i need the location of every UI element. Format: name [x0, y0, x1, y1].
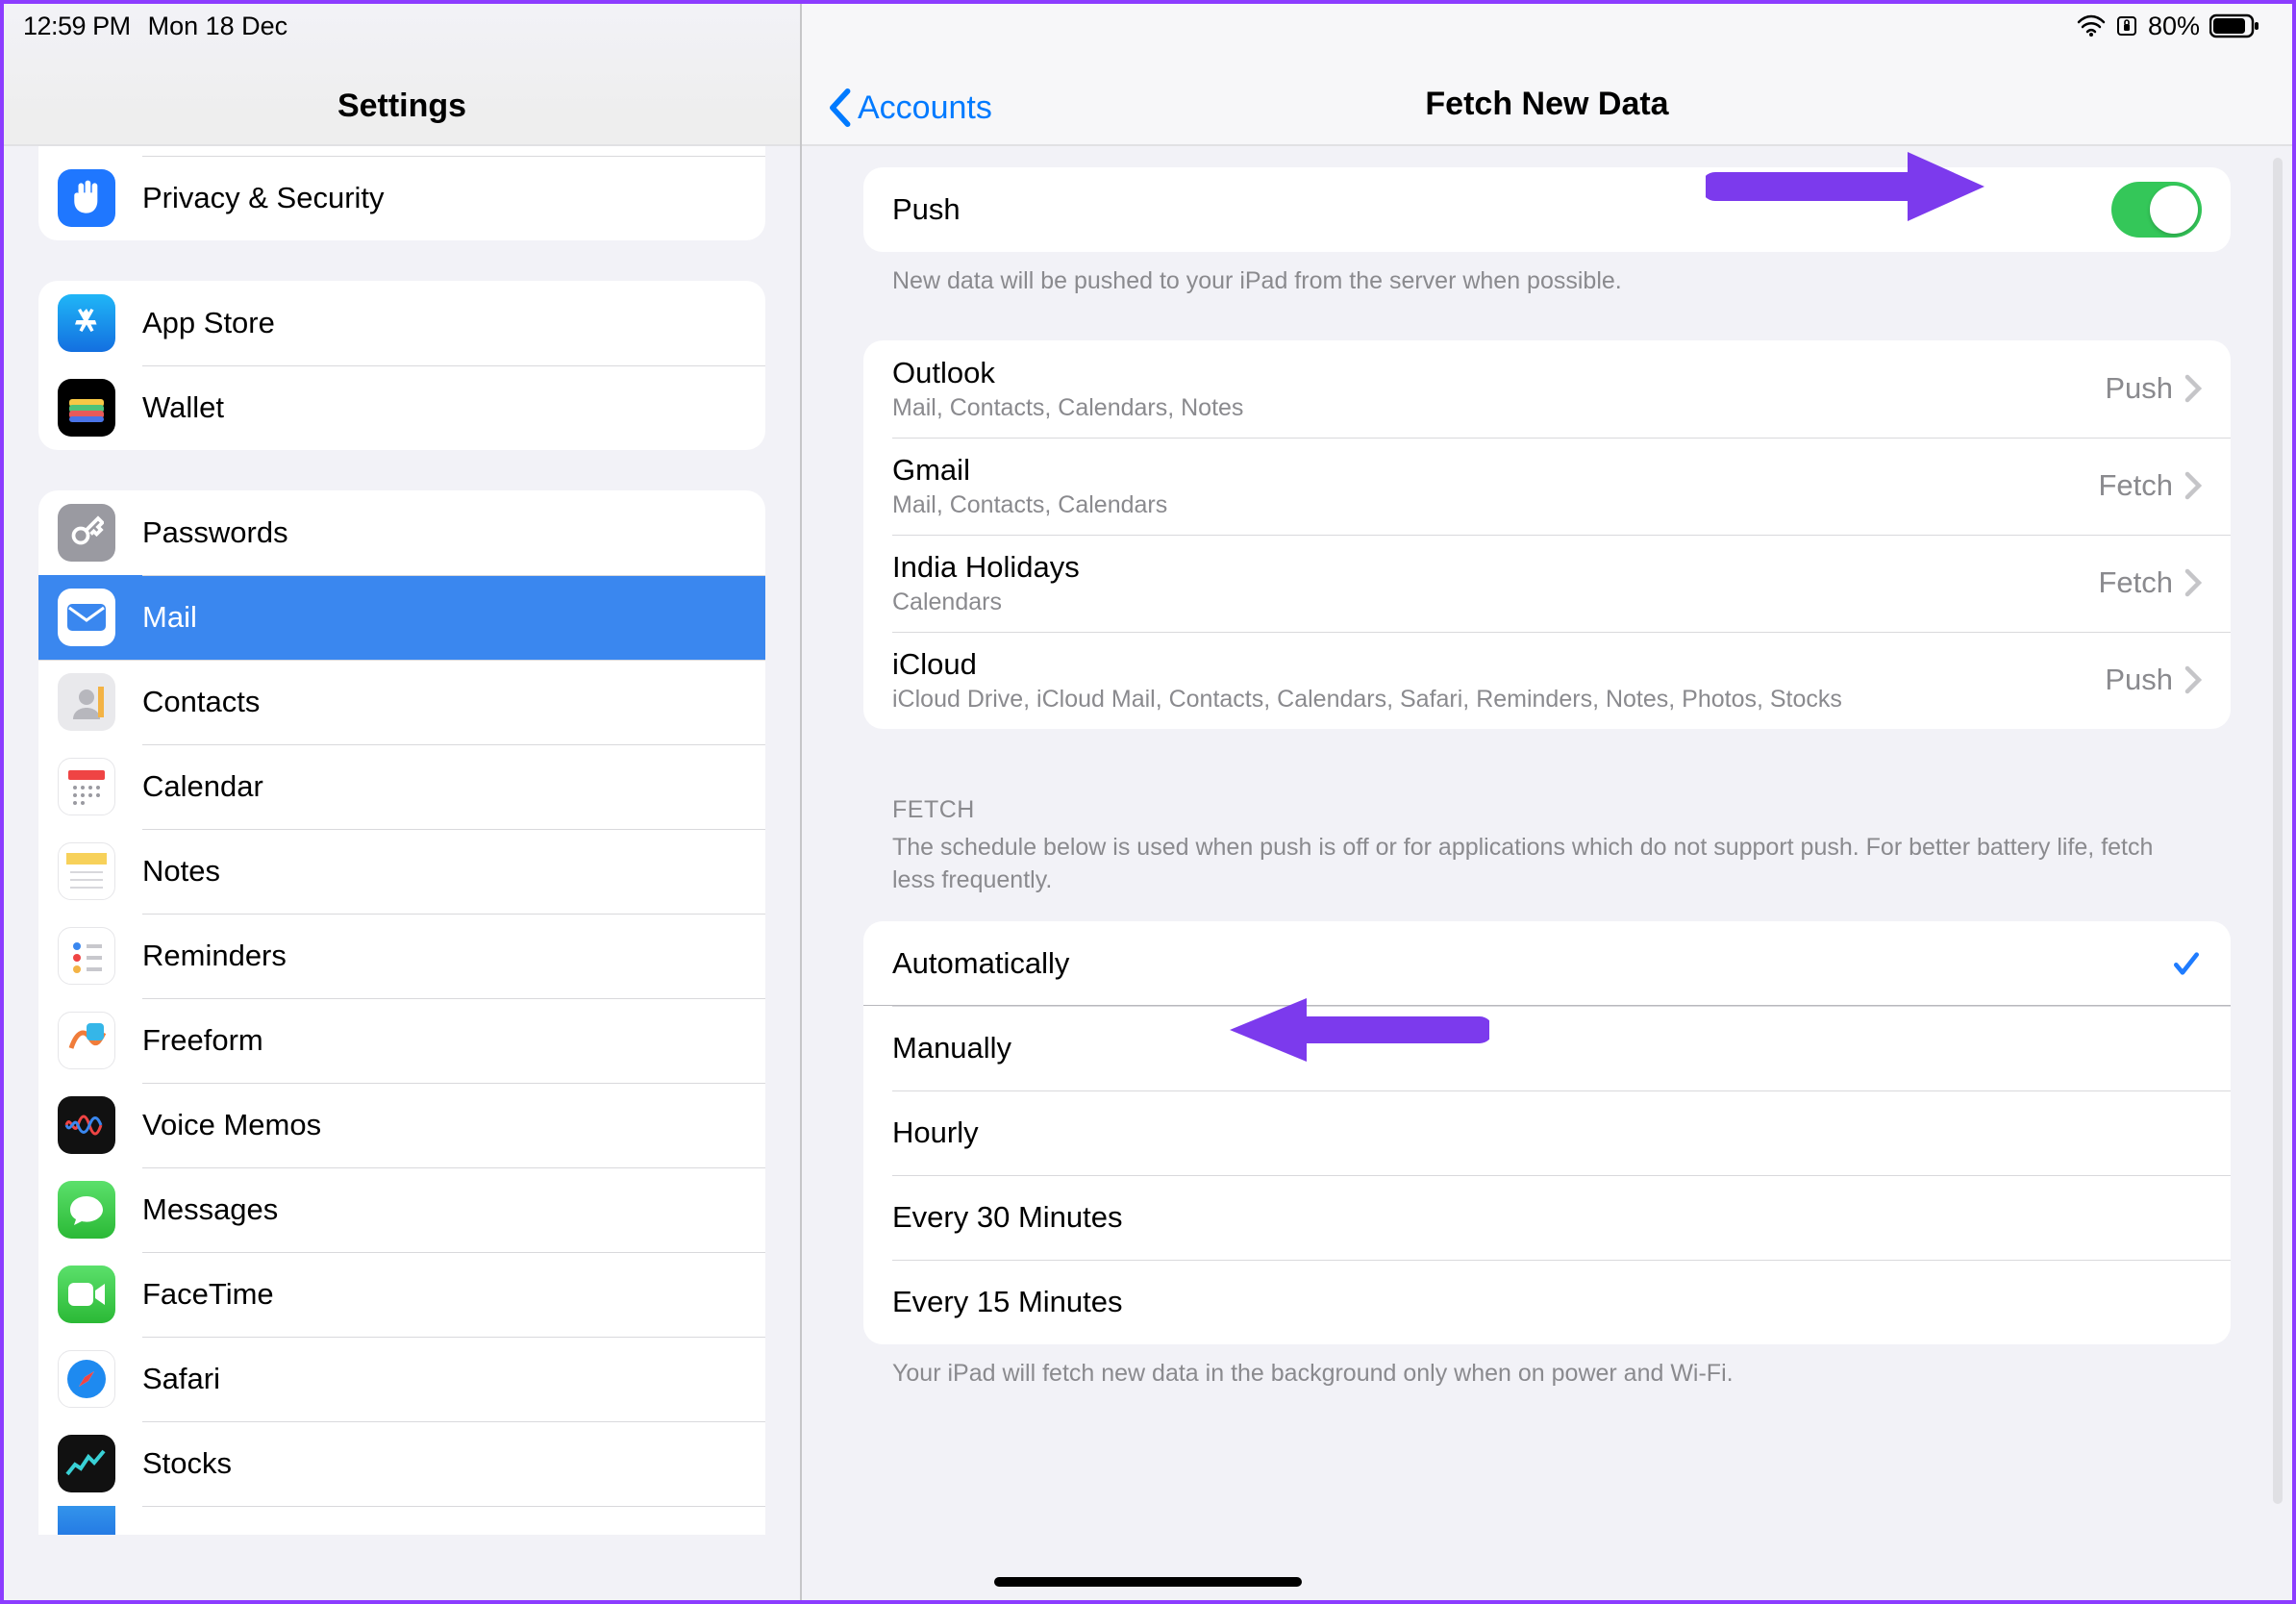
- back-label: Accounts: [858, 89, 992, 127]
- weather-icon: [58, 1506, 115, 1535]
- sidebar-item-label: Freeform: [142, 1023, 263, 1058]
- page-title: Fetch New Data: [1425, 86, 1668, 123]
- hand-icon: [58, 169, 115, 227]
- account-mode: Fetch: [2098, 565, 2173, 600]
- sidebar-item-notes[interactable]: Notes: [38, 829, 765, 914]
- account-row-india-holidays[interactable]: India Holidays Calendars Fetch: [863, 535, 2231, 632]
- sidebar-item-label: Contacts: [142, 685, 260, 719]
- sidebar-item-label: Calendar: [142, 769, 263, 804]
- chevron-right-icon: [2184, 374, 2202, 403]
- back-button[interactable]: Accounts: [827, 88, 992, 127]
- chevron-right-icon: [2184, 471, 2202, 500]
- sidebar-item-label: Mail: [142, 600, 197, 635]
- sidebar-item-wallet[interactable]: Wallet: [38, 365, 765, 450]
- push-toggle[interactable]: [2111, 182, 2202, 238]
- sidebar-item-label: Privacy & Security: [142, 181, 385, 215]
- detail-pane: Accounts Fetch New Data Push New data wi…: [802, 4, 2292, 1600]
- sidebar-item-label: App Store: [142, 306, 275, 340]
- reminders-icon: [58, 927, 115, 985]
- fetch-option-hourly[interactable]: Hourly: [863, 1090, 2231, 1175]
- notes-icon: [58, 842, 115, 900]
- fetch-option-automatically[interactable]: Automatically: [863, 921, 2231, 1006]
- sidebar-item-label: Passwords: [142, 515, 288, 550]
- key-icon: [58, 504, 115, 562]
- push-row: Push: [863, 167, 2231, 252]
- voicememos-icon: [58, 1096, 115, 1154]
- stocks-icon: [58, 1435, 115, 1492]
- sidebar-item-mail[interactable]: Mail: [38, 575, 765, 660]
- sidebar-item-messages[interactable]: Messages: [38, 1167, 765, 1252]
- sidebar-item-appstore[interactable]: App Store: [38, 281, 765, 365]
- wifi-icon: [2077, 14, 2106, 38]
- push-label: Push: [892, 192, 961, 227]
- mail-icon: [58, 589, 115, 646]
- rotation-lock-icon: [2115, 14, 2138, 38]
- messages-icon: [58, 1181, 115, 1239]
- sidebar-item-label: Messages: [142, 1192, 278, 1227]
- calendar-icon: [58, 758, 115, 815]
- battery-pct: 80%: [2148, 12, 2200, 41]
- safari-icon: [58, 1350, 115, 1408]
- sidebar-pane: Settings Privacy & Security: [4, 4, 802, 1600]
- battery-icon: [2209, 13, 2259, 38]
- sidebar-item-label: Notes: [142, 854, 220, 889]
- fetch-option-30min[interactable]: Every 30 Minutes: [863, 1175, 2231, 1260]
- account-row-outlook[interactable]: Outlook Mail, Contacts, Calendars, Notes…: [863, 340, 2231, 438]
- account-mode: Fetch: [2098, 468, 2173, 503]
- account-row-gmail[interactable]: Gmail Mail, Contacts, Calendars Fetch: [863, 438, 2231, 535]
- sidebar-item-label: Stocks: [142, 1446, 232, 1481]
- push-caption: New data will be pushed to your iPad fro…: [863, 252, 2231, 298]
- check-icon: [2171, 948, 2202, 979]
- wallet-icon: [58, 379, 115, 437]
- account-mode: Push: [2105, 371, 2173, 406]
- status-bar: 12:59 PM Mon 18 Dec 80%: [4, 4, 2292, 48]
- fetch-footer: Your iPad will fetch new data in the bac…: [863, 1344, 2231, 1391]
- status-date: Mon 18 Dec: [148, 12, 288, 41]
- sidebar-item-label: FaceTime: [142, 1277, 274, 1312]
- chevron-left-icon: [827, 88, 852, 127]
- sidebar-item-extra[interactable]: [38, 1506, 765, 1535]
- sidebar-item-facetime[interactable]: FaceTime: [38, 1252, 765, 1337]
- account-row-icloud[interactable]: iCloud iCloud Drive, iCloud Mail, Contac…: [863, 632, 2231, 729]
- accounts-group: Outlook Mail, Contacts, Calendars, Notes…: [863, 340, 2231, 729]
- sidebar-item-stocks[interactable]: Stocks: [38, 1421, 765, 1506]
- contacts-icon: [58, 673, 115, 731]
- sidebar-item-privacy[interactable]: Privacy & Security: [38, 156, 765, 240]
- sidebar-item-passwords[interactable]: Passwords: [38, 490, 765, 575]
- chevron-right-icon: [2184, 568, 2202, 597]
- sidebar-item-reminders[interactable]: Reminders: [38, 914, 765, 998]
- sidebar-item-calendar[interactable]: Calendar: [38, 744, 765, 829]
- fetch-options-group: Automatically Manually Hourly Every 30 M…: [863, 921, 2231, 1344]
- fetch-option-15min[interactable]: Every 15 Minutes: [863, 1260, 2231, 1344]
- sidebar-item-label: Safari: [142, 1362, 220, 1396]
- sidebar-item-label: Voice Memos: [142, 1108, 321, 1142]
- sidebar-item-label: Wallet: [142, 390, 224, 425]
- fetch-option-manually[interactable]: Manually: [863, 1006, 2231, 1090]
- home-indicator: [994, 1577, 1302, 1587]
- sidebar-item-label: Reminders: [142, 939, 287, 973]
- status-time: 12:59 PM: [23, 12, 131, 41]
- scroll-indicator[interactable]: [2273, 158, 2283, 1504]
- sidebar-item-safari[interactable]: Safari: [38, 1337, 765, 1421]
- facetime-icon: [58, 1266, 115, 1323]
- fetch-section-title: FETCH: [863, 729, 2231, 824]
- sidebar-item-freeform[interactable]: Freeform: [38, 998, 765, 1083]
- fetch-section-caption: The schedule below is used when push is …: [863, 824, 2231, 897]
- account-mode: Push: [2105, 663, 2173, 697]
- appstore-icon: [58, 294, 115, 352]
- sidebar-item-contacts[interactable]: Contacts: [38, 660, 765, 744]
- chevron-right-icon: [2184, 665, 2202, 694]
- sidebar-item-voicememos[interactable]: Voice Memos: [38, 1083, 765, 1167]
- freeform-icon: [58, 1012, 115, 1069]
- sidebar-item-hidden[interactable]: [38, 146, 765, 156]
